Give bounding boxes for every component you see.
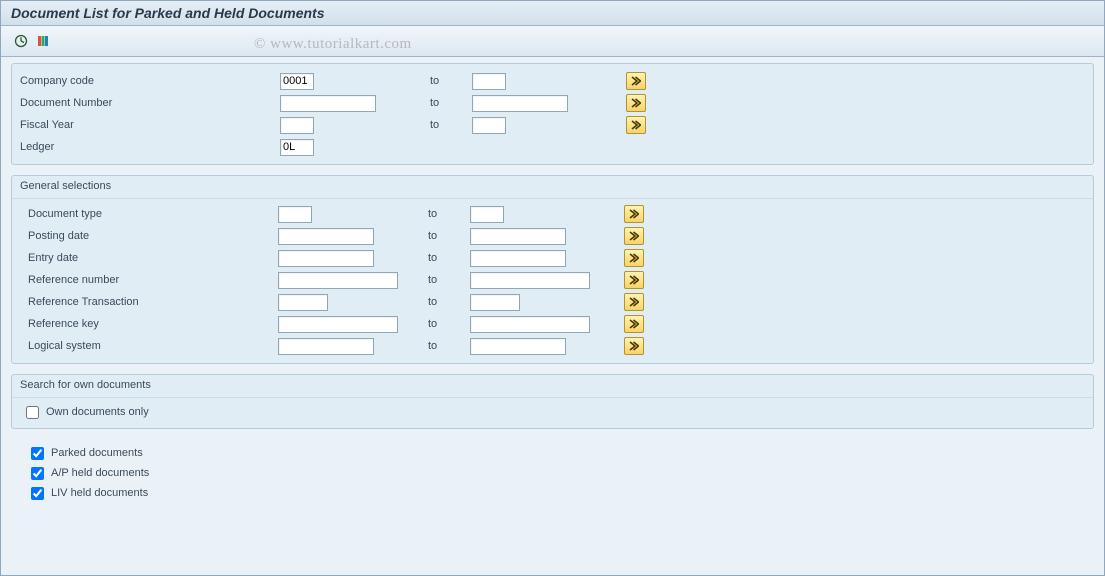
row-posting-date: Posting date to [12,225,1093,247]
label-posting-date: Posting date [18,230,278,242]
execute-button[interactable] [11,31,31,51]
input-reference-key-from[interactable] [278,316,398,333]
label-reference-transaction: Reference Transaction [18,296,278,308]
arrow-right-icon [631,98,641,108]
multi-document-type[interactable] [624,205,644,223]
check-row-parked-documents[interactable]: Parked documents [17,443,1088,463]
row-fiscal-year: Fiscal Year to [14,114,1091,136]
input-fiscal-year-from[interactable] [280,117,314,134]
input-logical-system-to[interactable] [470,338,566,355]
input-fiscal-year-to[interactable] [472,117,506,134]
input-reference-key-to[interactable] [470,316,590,333]
label-reference-key: Reference key [18,318,278,330]
row-reference-key: Reference key to [12,313,1093,335]
multi-posting-date[interactable] [624,227,644,245]
input-document-number-from[interactable] [280,95,376,112]
label-document-number: Document Number [20,97,280,109]
multi-reference-number[interactable] [624,271,644,289]
group-title-own: Search for own documents [12,375,1093,398]
multi-fiscal-year[interactable] [626,116,646,134]
input-entry-date-from[interactable] [278,250,374,267]
arrow-right-icon [629,275,639,285]
own-documents-only-checkbox[interactable] [26,406,39,419]
input-reference-number-to[interactable] [470,272,590,289]
input-reference-transaction-from[interactable] [278,294,328,311]
to-label-fiscal-year: to [430,119,472,131]
doc-type-checks: Parked documents A/P held documents LIV … [11,439,1094,507]
own-documents-group: Search for own documents Own documents o… [11,374,1094,429]
to-label-reference-key: to [428,318,470,330]
row-logical-system: Logical system to [12,335,1093,357]
toolbar [1,26,1104,57]
row-reference-number: Reference number to [12,269,1093,291]
own-documents-only-label: Own documents only [46,406,149,418]
to-label-posting-date: to [428,230,470,242]
checkbox-label-parked-documents: Parked documents [51,447,143,459]
multi-document-number[interactable] [626,94,646,112]
label-ledger: Ledger [20,141,280,153]
input-reference-number-from[interactable] [278,272,398,289]
row-document-type: Document type to [12,203,1093,225]
row-reference-transaction: Reference Transaction to [12,291,1093,313]
arrow-right-icon [629,341,639,351]
multi-reference-key[interactable] [624,315,644,333]
check-row-liv-held-documents[interactable]: LIV held documents [17,483,1088,503]
input-document-type-to[interactable] [470,206,504,223]
input-posting-date-to[interactable] [470,228,566,245]
row-ledger: Ledger [14,136,1091,158]
execute-icon [14,34,28,48]
arrow-right-icon [629,319,639,329]
label-logical-system: Logical system [18,340,278,352]
checkbox-liv-held-documents[interactable] [31,487,44,500]
row-entry-date: Entry date to [12,247,1093,269]
checkbox-label-liv-held-documents: LIV held documents [51,487,148,499]
selection-block-top: Company code to Document Number to Fiscal … [11,63,1094,165]
row-document-number: Document Number to [14,92,1091,114]
to-label-document-number: to [430,97,472,109]
arrow-right-icon [629,231,639,241]
own-documents-only-row[interactable]: Own documents only [12,402,1093,422]
label-document-type: Document type [18,208,278,220]
input-posting-date-from[interactable] [278,228,374,245]
input-document-number-to[interactable] [472,95,568,112]
arrow-right-icon [631,76,641,86]
to-label-company-code: to [430,75,472,87]
to-label-reference-transaction: to [428,296,470,308]
content-area: Company code to Document Number to Fiscal … [1,57,1104,513]
row-company-code: Company code to [14,70,1091,92]
arrow-right-icon [631,120,641,130]
label-reference-number: Reference number [18,274,278,286]
arrow-right-icon [629,209,639,219]
multi-company-code[interactable] [626,72,646,90]
input-company-code-from[interactable] [280,73,314,90]
variant-icon [36,34,50,48]
to-label-logical-system: to [428,340,470,352]
to-label-reference-number: to [428,274,470,286]
to-label-document-type: to [428,208,470,220]
input-company-code-to[interactable] [472,73,506,90]
checkbox-a-p-held-documents[interactable] [31,467,44,480]
label-entry-date: Entry date [18,252,278,264]
label-fiscal-year: Fiscal Year [20,119,280,131]
multi-logical-system[interactable] [624,337,644,355]
multi-entry-date[interactable] [624,249,644,267]
group-title-general: General selections [12,176,1093,199]
checkbox-parked-documents[interactable] [31,447,44,460]
input-logical-system-from[interactable] [278,338,374,355]
input-reference-transaction-to[interactable] [470,294,520,311]
label-company-code: Company code [20,75,280,87]
checkbox-label-a-p-held-documents: A/P held documents [51,467,149,479]
multi-reference-transaction[interactable] [624,293,644,311]
input-ledger-from[interactable] [280,139,314,156]
arrow-right-icon [629,297,639,307]
check-row-a-p-held-documents[interactable]: A/P held documents [17,463,1088,483]
arrow-right-icon [629,253,639,263]
to-label-entry-date: to [428,252,470,264]
input-entry-date-to[interactable] [470,250,566,267]
variant-button[interactable] [33,31,53,51]
page-title: Document List for Parked and Held Docume… [1,1,1104,26]
input-document-type-from[interactable] [278,206,312,223]
general-selections-group: General selections Document type to Posti… [11,175,1094,364]
